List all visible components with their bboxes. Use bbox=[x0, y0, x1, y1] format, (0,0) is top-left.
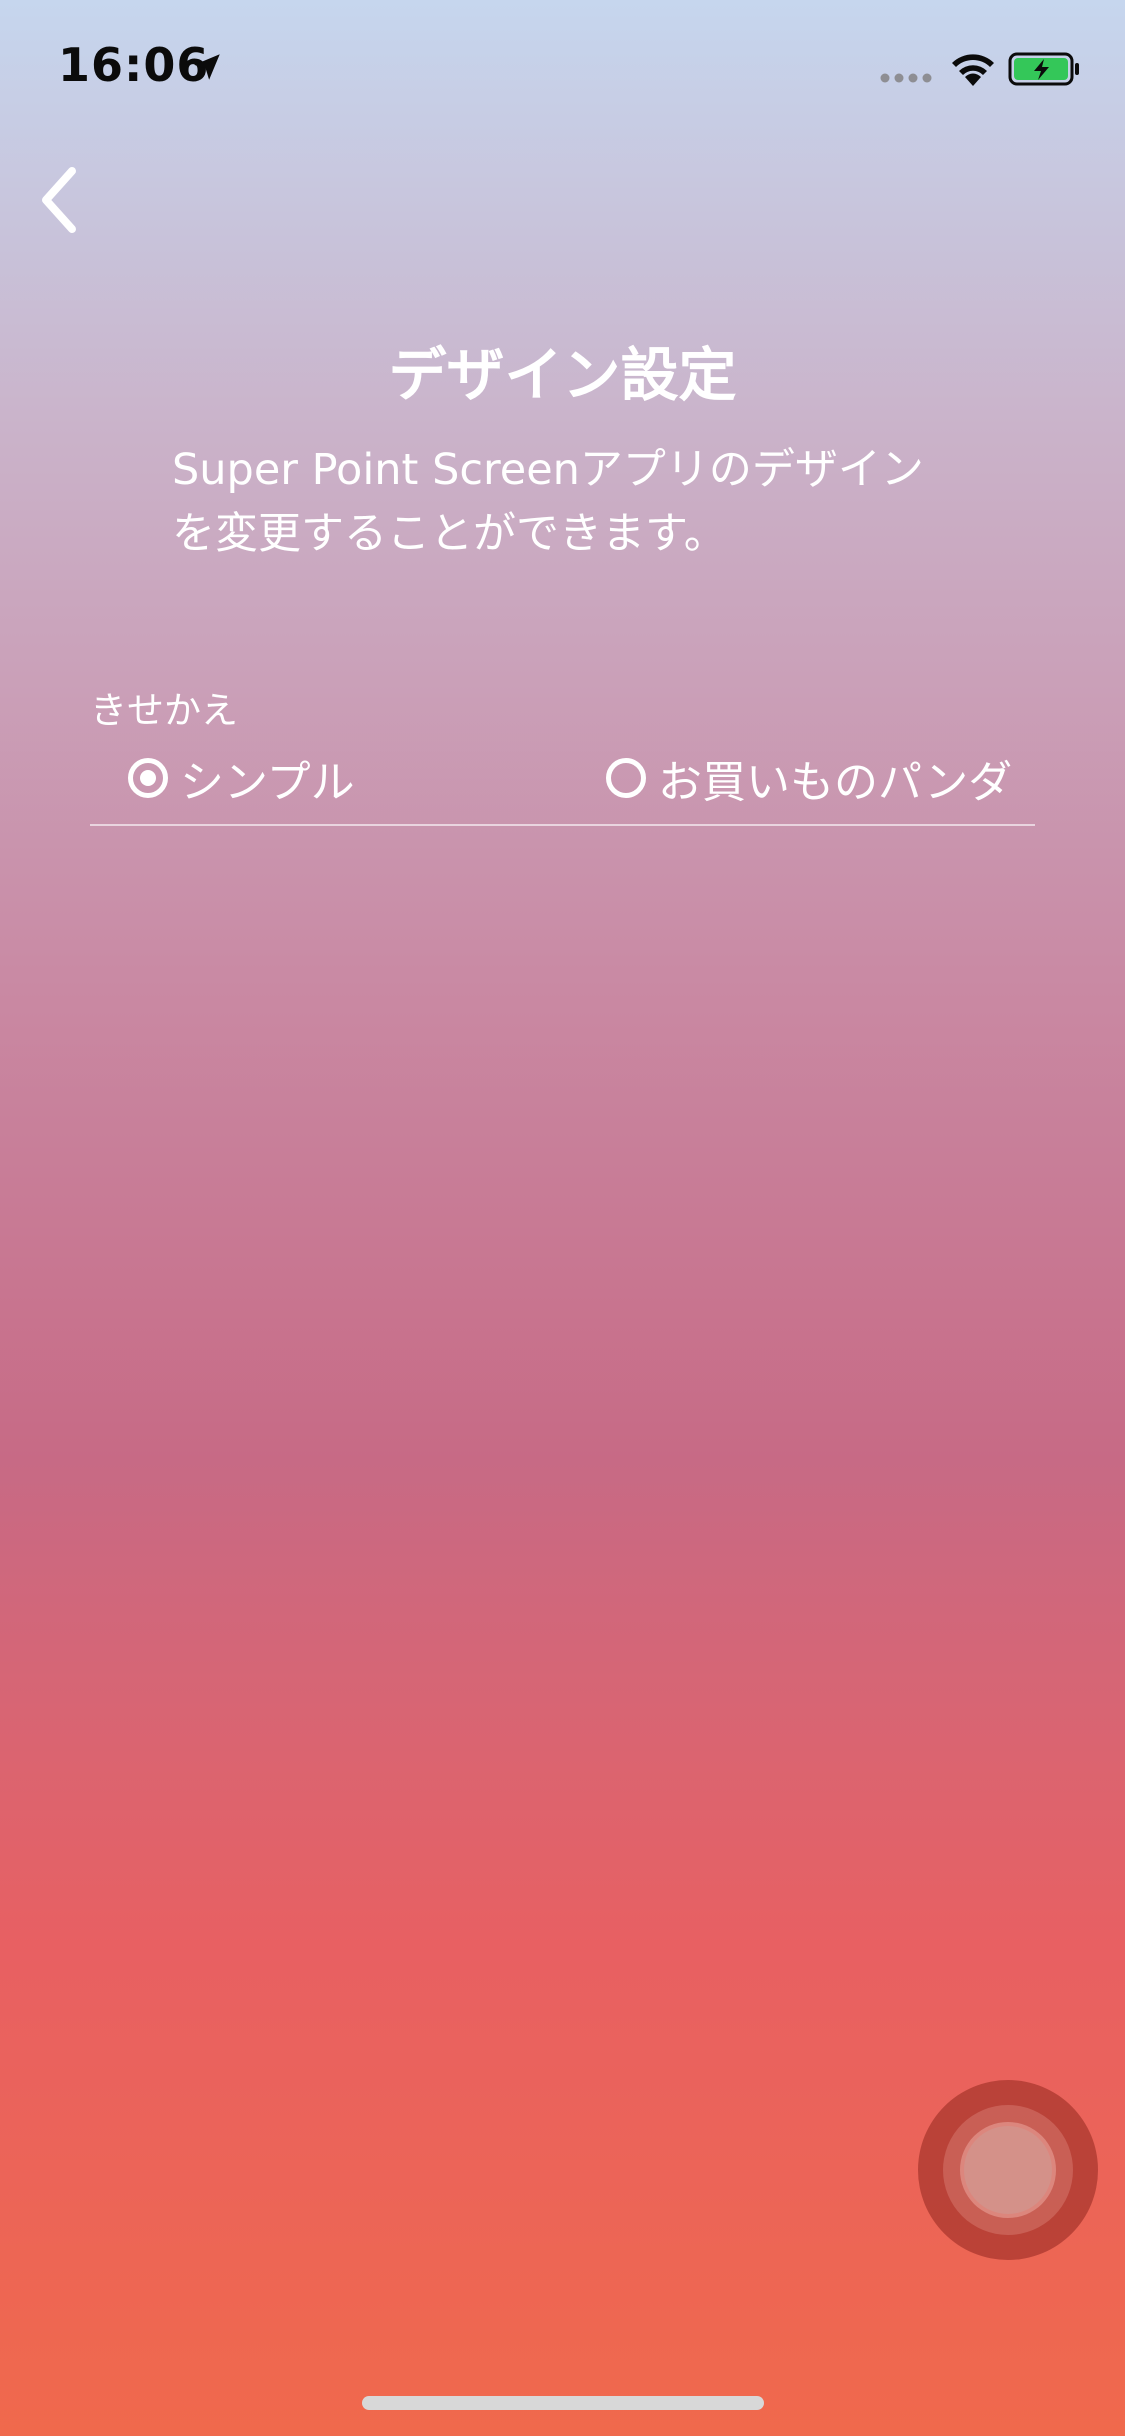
assistive-touch-button[interactable] bbox=[918, 2080, 1098, 2260]
cellular-signal-icon bbox=[880, 73, 932, 83]
status-time: 16:06 bbox=[58, 38, 210, 92]
theme-option-simple[interactable]: シンプル bbox=[128, 746, 355, 810]
radio-unselected-icon[interactable] bbox=[606, 758, 646, 798]
theme-section-label: きせかえ bbox=[90, 689, 238, 732]
description-line-2: を変更することができます。 bbox=[172, 509, 727, 559]
divider bbox=[90, 824, 1035, 826]
page-title: デザイン設定 bbox=[388, 341, 737, 409]
battery-charging-icon bbox=[1008, 52, 1079, 86]
radio-selected-icon[interactable] bbox=[128, 758, 168, 798]
theme-option-label: お買いものパンダ bbox=[658, 757, 1013, 808]
page-description: Super Point Screenアプリのデザイン を変更することができます。 bbox=[172, 438, 972, 566]
status-bar: 16:06 bbox=[0, 0, 1125, 140]
wifi-icon bbox=[952, 54, 994, 86]
assistive-touch-icon bbox=[964, 2126, 1052, 2214]
chevron-left-icon bbox=[42, 167, 76, 233]
theme-option-label: シンプル bbox=[180, 757, 355, 808]
back-button[interactable] bbox=[18, 160, 98, 240]
home-indicator[interactable] bbox=[362, 2396, 764, 2410]
theme-option-panda[interactable]: お買いものパンダ bbox=[606, 746, 1012, 810]
location-arrow-icon bbox=[194, 54, 220, 80]
description-line-1: Super Point Screenアプリのデザイン bbox=[172, 445, 924, 495]
